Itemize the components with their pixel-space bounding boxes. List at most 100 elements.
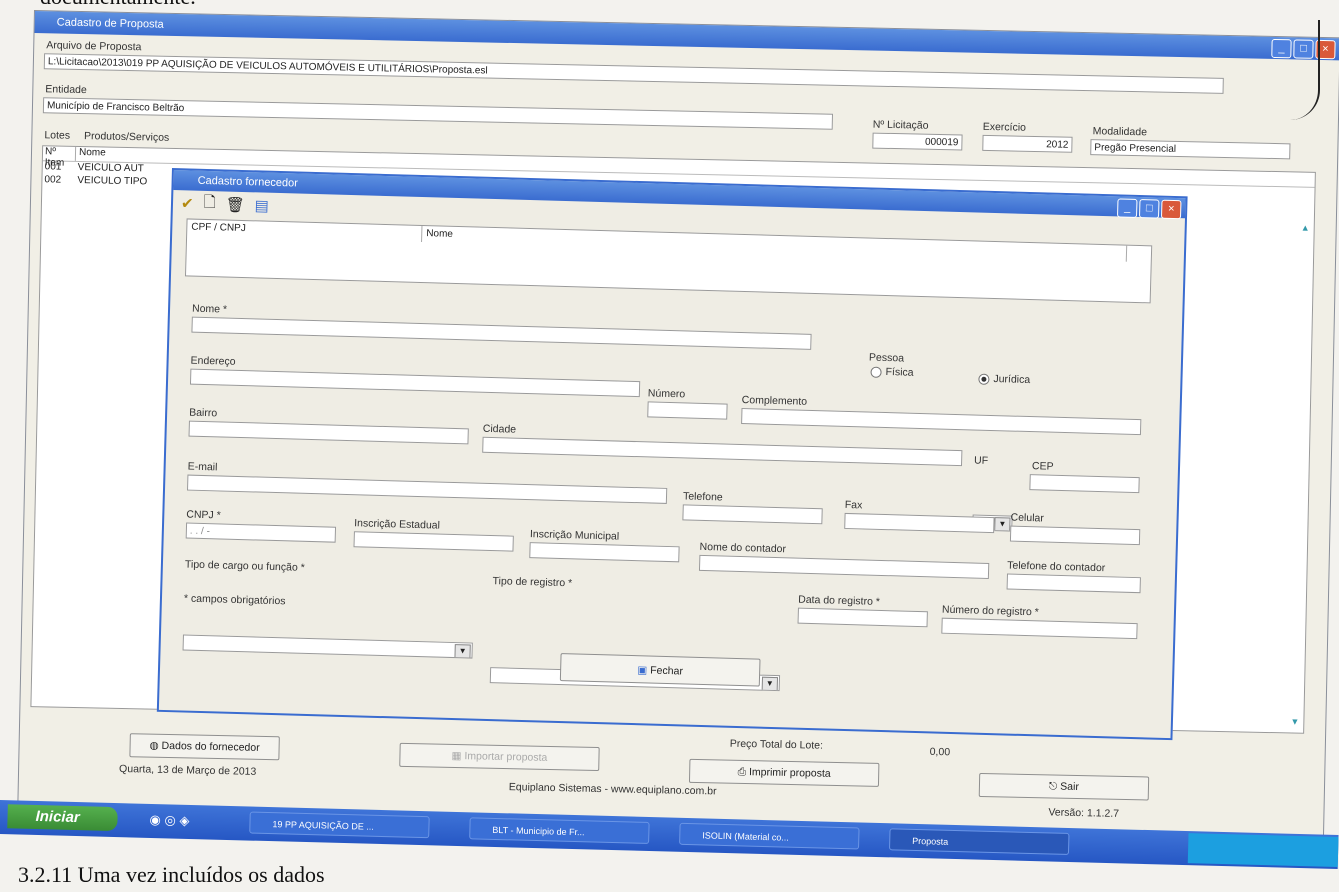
taskbar-item-proposta[interactable]: Proposta	[888, 828, 1070, 856]
dialog-minimize-button[interactable]: _	[1116, 198, 1138, 218]
cadastro-fornecedor-dialog: Cadastro fornecedor _ □ × ✔ 🗋 🗑 ▤ CPF / …	[156, 168, 1188, 741]
cnpj-input[interactable]: . . / -	[185, 522, 337, 543]
tipo-cargo-label: Tipo de cargo ou função *	[184, 558, 305, 574]
cidade-label: Cidade	[482, 422, 517, 436]
inscricao-municipal-input[interactable]	[529, 542, 680, 563]
modalidade-label: Modalidade	[1092, 125, 1148, 139]
trash-icon[interactable]: 🗑	[225, 196, 245, 215]
new-document-icon[interactable]: 🗋	[203, 191, 216, 216]
nome-contador-label: Nome do contador	[699, 540, 787, 556]
grid-header-cpf[interactable]: CPF / CNPJ	[187, 219, 423, 243]
imprimir-proposta-button[interactable]: ⎙ Imprimir proposta	[688, 758, 880, 787]
main-titlebar: Cadastro de Proposta _ □ ×	[34, 11, 1339, 61]
bairro-input[interactable]	[188, 420, 469, 445]
numero-registro-label: Número do registro *	[941, 603, 1039, 619]
telefone-contador-input[interactable]	[1006, 573, 1141, 594]
telefone-label: Telefone	[682, 490, 723, 504]
tipo-registro-label: Tipo de registro *	[492, 575, 573, 590]
celular-label: Celular	[1010, 511, 1044, 525]
modalidade-field[interactable]: Pregão Presencial	[1090, 139, 1291, 160]
data-registro-input[interactable]	[797, 607, 928, 628]
cep-label: CEP	[1031, 460, 1054, 473]
tipo-cargo-select[interactable]: ▼	[182, 634, 473, 659]
window-title: Cadastro de Proposta	[56, 16, 164, 31]
nome-contador-input[interactable]	[698, 554, 990, 579]
cep-input[interactable]	[1029, 474, 1140, 494]
version-label: Versão: 1.1.2.7	[1048, 806, 1120, 820]
nome-input[interactable]	[191, 316, 812, 350]
chevron-down-icon[interactable]: ▼	[454, 644, 471, 659]
chevron-down-icon[interactable]: ▼	[761, 676, 779, 692]
quick-launch-icons[interactable]: ◉ ◎ ◈	[149, 812, 189, 829]
dialog-close-button[interactable]: ×	[1160, 199, 1182, 220]
radio-fisica-icon[interactable]	[870, 366, 882, 378]
cnpj-label: CNPJ *	[186, 508, 221, 522]
entidade-label: Entidade	[45, 83, 87, 97]
radio-fisica[interactable]: Física	[870, 366, 914, 379]
bairro-label: Bairro	[189, 406, 218, 420]
numero-input[interactable]	[647, 401, 728, 420]
tab-produtos-servicos[interactable]: Produtos/Serviços	[84, 130, 169, 144]
preco-total-value: 0,00	[929, 745, 951, 759]
email-input[interactable]	[186, 474, 668, 504]
fax-input[interactable]	[844, 512, 995, 534]
pessoa-label: Pessoa	[868, 351, 905, 365]
importar-proposta-button[interactable]: ▦ Importar proposta	[399, 742, 600, 772]
printer-icon: ⎙	[737, 765, 750, 779]
sair-button[interactable]: ⎋ Sair	[978, 772, 1150, 801]
system-tray[interactable]	[1187, 833, 1339, 868]
obrigatorios-note: * campos obrigatórios	[183, 592, 286, 608]
celular-input[interactable]	[1009, 525, 1141, 546]
row-nome: VEICULO TIPO	[77, 174, 148, 188]
preco-total-label: Preço Total do Lote:	[729, 737, 824, 752]
inscricao-estadual-input[interactable]	[353, 531, 514, 552]
scroll-up-icon[interactable]: ▲	[1301, 223, 1310, 233]
report-icon[interactable]: ▤	[254, 196, 269, 214]
nome-label: Nome *	[191, 302, 228, 316]
company-footer: Equiplano Sistemas - www.equiplano.com.b…	[508, 781, 717, 798]
taskbar-item-folder[interactable]: 19 PP AQUISIÇÃO DE ...	[249, 811, 430, 839]
list-header-nome[interactable]: Nome	[76, 147, 179, 163]
inscricao-municipal-label: Inscrição Municipal	[529, 528, 620, 543]
pen-mark	[1288, 20, 1320, 120]
start-button[interactable]: Iniciar	[7, 804, 118, 832]
fechar-button[interactable]: ▣ Fechar	[559, 653, 761, 687]
scroll-down-icon[interactable]: ▼	[1290, 716, 1299, 726]
radio-juridica-icon[interactable]	[978, 373, 990, 385]
fax-label: Fax	[844, 498, 863, 512]
taskbar-item-document[interactable]: ISOLIN (Material co...	[679, 822, 860, 850]
chevron-down-icon[interactable]: ▼	[994, 517, 1011, 532]
list-header-item[interactable]: Nº Item	[42, 146, 77, 169]
inscricao-estadual-label: Inscrição Estadual	[353, 517, 441, 532]
numero-registro-input[interactable]	[941, 617, 1138, 640]
dialog-title: Cadastro fornecedor	[197, 174, 299, 190]
row-item: 001	[44, 161, 62, 173]
endereco-input[interactable]	[189, 368, 641, 398]
arquivo-label: Arquivo de Proposta	[46, 39, 142, 54]
email-label: E-mail	[187, 460, 218, 474]
taskbar-item-browser[interactable]: BLT - Municipio de Fr...	[469, 817, 650, 845]
exercicio-label: Exercício	[982, 120, 1027, 134]
dados-fornecedor-button[interactable]: ◍ Dados do fornecedor	[129, 733, 280, 761]
complemento-label: Complemento	[741, 394, 808, 408]
exit-icon: ⎋	[1048, 780, 1061, 793]
close-door-icon: ▣	[637, 664, 651, 677]
entidade-field[interactable]: Município de Francisco Beltrão	[42, 97, 834, 130]
import-icon: ▦	[451, 749, 465, 763]
data-registro-label: Data do registro *	[798, 593, 881, 608]
radio-juridica[interactable]: Jurídica	[978, 373, 1030, 386]
exercicio-field[interactable]: 2012	[982, 134, 1073, 153]
telefone-contador-label: Telefone do contador	[1007, 559, 1106, 575]
complemento-input[interactable]	[741, 407, 1142, 436]
uf-label: UF	[973, 454, 989, 467]
confirm-check-icon[interactable]: ✔	[181, 194, 194, 212]
date-status: Quarta, 13 de Março de 2013	[118, 762, 257, 778]
dialog-maximize-button[interactable]: □	[1138, 199, 1160, 219]
numero-label: Número	[647, 387, 686, 401]
document-top-text: documentamente.	[40, 0, 196, 10]
telefone-input[interactable]	[682, 504, 823, 525]
arquivo-field[interactable]: L:\Licitacao\2013\019 PP AQUISIÇÃO DE VE…	[43, 53, 1224, 94]
tab-lotes[interactable]: Lotes	[44, 129, 70, 142]
cidade-input[interactable]	[482, 436, 963, 467]
licitacao-field[interactable]: 000019	[872, 132, 963, 151]
